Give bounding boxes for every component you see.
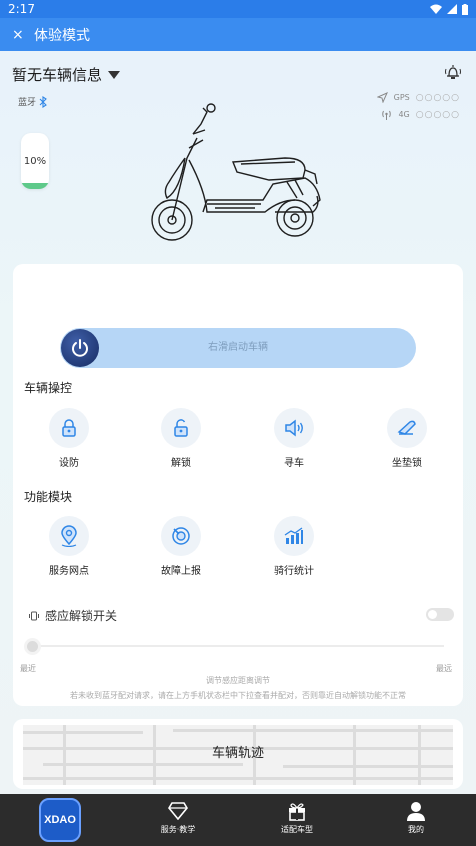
vehicle-selector[interactable]: 暂无车辆信息: [12, 64, 121, 85]
proximity-unlock-toggle[interactable]: [426, 608, 454, 621]
clock: 2:17: [8, 2, 35, 16]
range-min-label: 最近: [20, 664, 36, 673]
gps-label: GPS: [393, 93, 410, 102]
proximity-unlock-label: 感应解锁开关: [45, 609, 118, 623]
app-bar: × 体验模式: [0, 18, 476, 51]
distance-range-track[interactable]: [30, 645, 444, 647]
battery-level: 10%: [21, 133, 49, 189]
network-strength: ○○○○○: [415, 109, 460, 120]
fault-report-label: 故障上报: [161, 566, 201, 577]
stats-chart-icon: [284, 527, 303, 544]
fault-report-button[interactable]: 故障上报: [151, 516, 211, 577]
service-outlets-button[interactable]: 服务网点: [39, 516, 99, 577]
unlock-button[interactable]: 解锁: [151, 408, 211, 469]
vehicle-track-label: 车辆轨迹: [211, 746, 264, 761]
network-status: 4G ○○○○○: [381, 109, 460, 120]
arm-button[interactable]: 设防: [39, 408, 99, 469]
gps-strength: ○○○○○: [415, 92, 460, 103]
start-vehicle-slider[interactable]: 右滑启动车辆: [60, 328, 416, 368]
nav-service-tutorial[interactable]: 服务·教学: [143, 800, 213, 835]
person-icon: [407, 802, 425, 821]
ride-stats-label: 骑行统计: [274, 566, 314, 577]
brand-logo-text: XDAO: [44, 814, 76, 826]
section-title-vehicle-control: 车辆操控: [24, 381, 73, 395]
vehicle-track-card[interactable]: 车辆轨迹: [13, 719, 463, 789]
bluetooth-status: 蓝牙: [18, 95, 47, 108]
find-vehicle-label: 寻车: [284, 458, 304, 469]
scooter-illustration: [151, 103, 321, 241]
page-title: 体验模式: [34, 27, 90, 44]
seat-lock-button[interactable]: 坐垫锁: [377, 408, 437, 469]
seat-lock-label: 坐垫锁: [392, 458, 422, 469]
ride-stats-button[interactable]: 骑行统计: [264, 516, 324, 577]
bluetooth-icon: [39, 95, 47, 108]
diamond-icon: [168, 802, 188, 820]
arm-label: 设防: [59, 458, 79, 469]
close-button[interactable]: ×: [12, 27, 32, 43]
proximity-unlock-row: 感应解锁开关: [28, 607, 117, 624]
range-caption: 调节感应距离调节: [206, 676, 270, 685]
battery-fill: [21, 183, 49, 189]
location-pin-icon: [61, 525, 77, 547]
distance-range-thumb[interactable]: [24, 638, 41, 655]
gps-navigation-icon: [376, 92, 388, 103]
vehicle-name: 暂无车辆信息: [12, 66, 103, 84]
seat-lock-icon: [397, 420, 416, 435]
battery-percent: 10%: [23, 155, 47, 167]
pairing-hint: 若未收到蓝牙配对请求，请在上方手机状态栏中下拉查看并配对，否则靠近自动解锁功能不…: [70, 691, 406, 700]
brand-logo-button[interactable]: XDAO: [39, 798, 81, 842]
unlock-icon: [174, 419, 188, 437]
nav-mine[interactable]: 我的: [381, 800, 451, 835]
range-max-label: 最远: [436, 664, 452, 673]
nav-compatible-models[interactable]: 适配车型: [262, 800, 332, 835]
lock-icon: [62, 419, 76, 437]
cellular-icon: [447, 4, 457, 14]
toggle-knob: [428, 610, 437, 619]
antenna-icon: [382, 110, 392, 120]
caret-down-icon: [108, 70, 121, 79]
service-outlets-label: 服务网点: [49, 566, 89, 577]
nav-mine-label: 我的: [408, 825, 424, 834]
battery-status-icon: [462, 3, 468, 15]
gift-icon: [289, 802, 305, 821]
section-title-function-modules: 功能模块: [24, 490, 73, 504]
slider-hint: 右滑启动车辆: [208, 342, 268, 353]
nav-service-tutorial-label: 服务·教学: [160, 825, 196, 834]
fault-report-icon: [172, 527, 190, 545]
system-status-bar: 2:17: [0, 0, 476, 18]
unlock-label: 解锁: [171, 458, 191, 469]
bluetooth-label: 蓝牙: [18, 98, 37, 108]
vibration-icon: [29, 611, 39, 620]
alarm-bell-icon[interactable]: [444, 64, 462, 80]
find-vehicle-button[interactable]: 寻车: [264, 408, 324, 469]
speaker-icon: [285, 419, 303, 437]
network-label: 4G: [398, 110, 410, 119]
gps-status: GPS ○○○○○: [376, 92, 460, 103]
wifi-icon: [430, 4, 442, 14]
nav-compatible-models-label: 适配车型: [281, 825, 313, 834]
